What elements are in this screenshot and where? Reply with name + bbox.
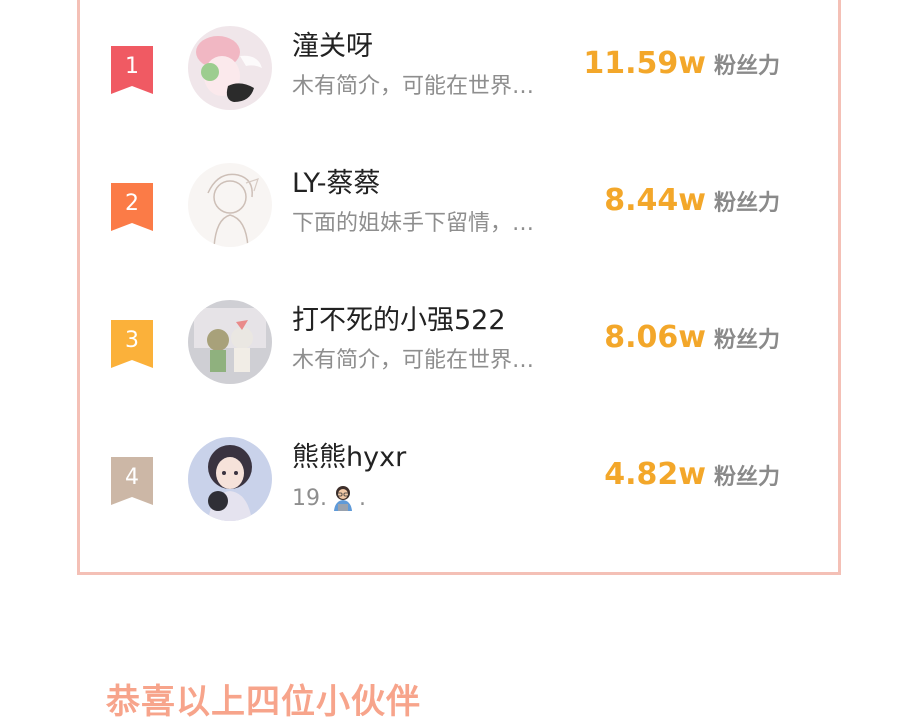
ranking-row[interactable]: 3 打不死的小强522 木有简介，可能在世界… 8.06w 粉丝力 [80, 296, 838, 386]
rank-number: 2 [125, 191, 139, 216]
rank-number: 1 [125, 54, 139, 79]
user-name[interactable]: 潼关呀 [292, 30, 373, 64]
fan-score-value: 8.44w [604, 183, 706, 218]
user-name[interactable]: 熊熊hyxr [292, 441, 406, 475]
ranking-row[interactable]: 2 LY-蔡蔡 下面的姐妹手下留情，… 8.44w 粉丝力 [80, 159, 838, 249]
fan-score-value: 11.59w [583, 46, 706, 81]
woman-technologist-emoji-icon [329, 483, 357, 511]
fan-score: 4.82w 粉丝力 [604, 457, 780, 492]
bio-text: 19. [292, 486, 327, 511]
user-name[interactable]: 打不死的小强522 [292, 304, 506, 338]
ranking-card: 1 潼关呀 木有简介，可能在世界… 11.59w 粉丝力 2 LY-蔡蔡 下面的… [77, 0, 841, 575]
rank-number: 3 [125, 328, 139, 353]
rank-badge: 2 [111, 183, 153, 231]
user-bio: 19.. [292, 483, 562, 514]
rank-badge: 1 [111, 46, 153, 94]
user-bio: 下面的姐妹手下留情，… [292, 211, 535, 236]
avatar[interactable] [188, 26, 272, 110]
fan-score-value: 8.06w [604, 320, 706, 355]
user-bio: 木有简介，可能在世界… [292, 348, 535, 373]
bio-tail: . [359, 486, 366, 511]
fan-score: 8.44w 粉丝力 [604, 183, 780, 218]
ranking-row[interactable]: 1 潼关呀 木有简介，可能在世界… 11.59w 粉丝力 [80, 22, 838, 112]
rank-number: 4 [125, 465, 139, 490]
avatar[interactable] [188, 437, 272, 521]
avatar[interactable] [188, 163, 272, 247]
user-name[interactable]: LY-蔡蔡 [292, 167, 381, 201]
user-bio: 木有简介，可能在世界… [292, 74, 535, 99]
rank-badge: 3 [111, 320, 153, 368]
fan-score-unit: 粉丝力 [713, 465, 780, 490]
rank-badge: 4 [111, 457, 153, 505]
ranking-row[interactable]: 4 熊熊hyxr 19.. 4.82w 粉丝力 [80, 433, 838, 523]
fan-score-unit: 粉丝力 [713, 328, 780, 353]
fan-score: 8.06w 粉丝力 [604, 320, 780, 355]
congrats-heading: 恭喜以上四位小伙伴 [106, 682, 421, 722]
fan-score-unit: 粉丝力 [713, 54, 780, 79]
fan-score: 11.59w 粉丝力 [583, 46, 780, 81]
fan-score-unit: 粉丝力 [713, 191, 780, 216]
avatar[interactable] [188, 300, 272, 384]
fan-score-value: 4.82w [604, 457, 706, 492]
